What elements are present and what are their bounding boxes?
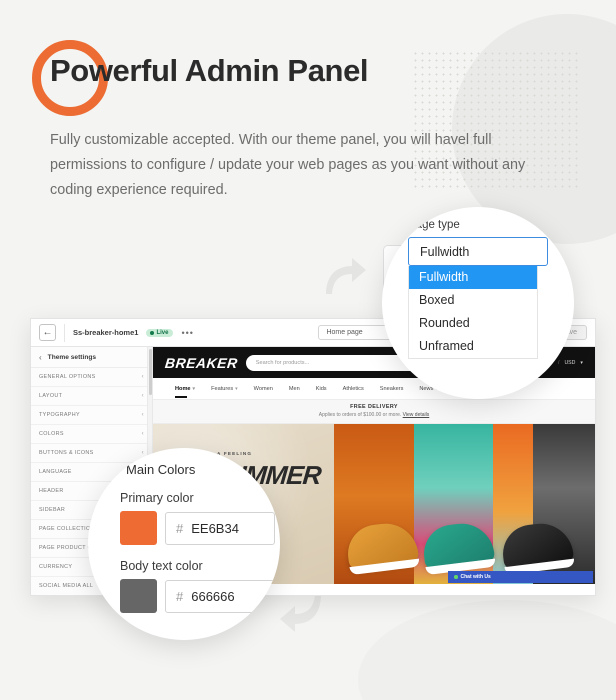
sidebar-item-colors[interactable]: COLORS ‹ bbox=[31, 425, 152, 444]
status-badge: Live bbox=[146, 328, 174, 337]
chat-widget[interactable]: Chat with Us bbox=[448, 571, 593, 583]
sidebar-item-label: LAYOUT bbox=[39, 393, 63, 399]
page-description: Fully customizable accepted. With our th… bbox=[50, 132, 526, 198]
sidebar-item-label: LANGUAGE bbox=[39, 469, 72, 475]
body-text-color-row: Body text color # 666666 bbox=[120, 559, 280, 613]
option-boxed[interactable]: Boxed bbox=[409, 289, 537, 312]
chevron-left-icon[interactable]: ‹ bbox=[39, 353, 42, 362]
primary-color-label: Primary color bbox=[120, 491, 194, 505]
nav-label: Sneakers bbox=[379, 385, 404, 392]
body-text-color-hex-field[interactable]: # 666666 bbox=[165, 579, 275, 613]
currency-selector[interactable]: USD bbox=[564, 360, 575, 366]
nav-label: Kids bbox=[315, 385, 327, 392]
sidebar-item-typography[interactable]: TYPOGRAPHY ‹ bbox=[31, 406, 152, 425]
main-colors-panel: Main Colors Primary color # EE6B34 Body … bbox=[98, 462, 280, 627]
page-type-select[interactable]: Fullwidth bbox=[408, 237, 548, 266]
nav-item-home[interactable]: Home ▾ bbox=[175, 385, 196, 398]
delivery-subtitle-text: Applies to orders of $100.00 or more. bbox=[318, 412, 402, 418]
sidebar-item-label: SIDEBAR bbox=[39, 507, 66, 513]
chevron-down-icon-2: ▾ bbox=[580, 359, 583, 366]
sidebar-item-label: HEADER bbox=[39, 488, 64, 494]
body-text-color-hex-value: 666666 bbox=[191, 588, 235, 604]
sidebar-item-label: TYPOGRAPHY bbox=[39, 412, 80, 418]
nav-item-features[interactable]: Features ▾ bbox=[211, 386, 238, 392]
chevron-right-icon: ‹ bbox=[141, 450, 144, 456]
free-delivery-banner: FREE DELIVERY Applies to orders of $100.… bbox=[153, 400, 595, 424]
page-type-control: Page type Fullwidth Fullwidth Boxed Roun… bbox=[408, 219, 574, 359]
option-rounded[interactable]: Rounded bbox=[409, 312, 537, 335]
primary-color-swatch[interactable] bbox=[120, 511, 157, 545]
primary-color-hex-value: EE6B34 bbox=[191, 520, 239, 536]
store-name: Ss-breaker-home1 bbox=[73, 328, 139, 337]
body-text-color-label: Body text color bbox=[120, 559, 203, 573]
page-title: Powerful Admin Panel bbox=[50, 53, 369, 88]
nav-label: Women bbox=[253, 385, 273, 392]
chevron-down-icon: ▾ bbox=[192, 385, 196, 392]
page-type-options-list: Fullwidth Boxed Rounded Unframed bbox=[408, 266, 538, 359]
primary-color-row: Primary color # EE6B34 bbox=[120, 491, 280, 545]
chevron-right-icon: ‹ bbox=[141, 412, 144, 418]
body-text-color-swatch[interactable] bbox=[120, 579, 157, 613]
curved-arrow-right-icon bbox=[322, 256, 368, 298]
sidebar-item-general-options[interactable]: GENERAL OPTIONS ‹ bbox=[31, 368, 152, 387]
sidebar-item-label: GENERAL OPTIONS bbox=[39, 374, 96, 380]
curved-arrow-left-icon bbox=[277, 592, 325, 634]
view-details-link[interactable]: View details bbox=[403, 412, 430, 418]
option-unframed[interactable]: Unframed bbox=[409, 335, 537, 358]
nav-item-men[interactable]: Men bbox=[289, 386, 300, 392]
main-colors-title: Main Colors bbox=[126, 462, 196, 477]
option-fullwidth[interactable]: Fullwidth bbox=[409, 266, 537, 289]
nav-item-athletics[interactable]: Athletics bbox=[343, 386, 364, 392]
hash-symbol: # bbox=[176, 588, 184, 604]
nav-item-sneakers[interactable]: Sneakers bbox=[380, 386, 404, 392]
sidebar-item-buttons-icons[interactable]: BUTTONS & ICONS ‹ bbox=[31, 444, 152, 463]
decorative-blob bbox=[358, 600, 616, 700]
sidebar-item-label: BUTTONS & ICONS bbox=[39, 450, 94, 456]
nav-label: Men bbox=[288, 385, 300, 392]
hash-symbol: # bbox=[176, 520, 184, 536]
status-badge-label: Live bbox=[156, 329, 169, 336]
main-colors-magnifier: Main Colors Primary color # EE6B34 Body … bbox=[88, 448, 280, 640]
back-arrow-icon[interactable]: ← bbox=[39, 324, 56, 341]
chevron-right-icon: ‹ bbox=[141, 431, 144, 437]
sidebar-header[interactable]: ‹ Theme settings bbox=[31, 347, 152, 368]
page-root: Powerful Admin Panel Fully customizable … bbox=[0, 0, 616, 700]
chevron-right-icon: ‹ bbox=[141, 393, 144, 399]
online-status-dot-icon bbox=[454, 575, 458, 579]
site-logo[interactable]: BREAKER bbox=[164, 355, 238, 371]
status-dot-icon bbox=[150, 330, 155, 335]
page-type-label: Page type bbox=[408, 219, 460, 231]
page-type-magnifier: Page type Fullwidth Fullwidth Boxed Roun… bbox=[382, 207, 574, 399]
body-text-color-controls: # 666666 bbox=[120, 579, 280, 613]
divider bbox=[64, 323, 65, 342]
chat-widget-label: Chat with Us bbox=[460, 574, 491, 580]
nav-label: Features bbox=[211, 385, 234, 392]
nav-item-kids[interactable]: Kids bbox=[316, 386, 327, 392]
sidebar-item-label: CURRENCY bbox=[39, 564, 73, 570]
chevron-right-icon: ‹ bbox=[141, 374, 144, 380]
delivery-subtitle: Applies to orders of $100.00 or more. Vi… bbox=[153, 412, 595, 418]
nav-item-women[interactable]: Women bbox=[254, 386, 273, 392]
primary-color-hex-field[interactable]: # EE6B34 bbox=[165, 511, 275, 545]
more-menu-button[interactable]: ••• bbox=[181, 328, 193, 337]
nav-label: Home bbox=[175, 385, 191, 392]
delivery-title: FREE DELIVERY bbox=[350, 404, 398, 410]
sidebar-item-label: COLORS bbox=[39, 431, 64, 437]
sidebar-title: Theme settings bbox=[47, 354, 97, 361]
sidebar-item-layout[interactable]: LAYOUT ‹ bbox=[31, 387, 152, 406]
chevron-down-icon: ▾ bbox=[235, 385, 238, 392]
nav-label: Athletics bbox=[342, 385, 364, 392]
primary-color-controls: # EE6B34 bbox=[120, 511, 280, 545]
separator: / bbox=[557, 359, 560, 366]
sidebar-item-label: SOCIAL MEDIA ALL bbox=[39, 583, 94, 589]
